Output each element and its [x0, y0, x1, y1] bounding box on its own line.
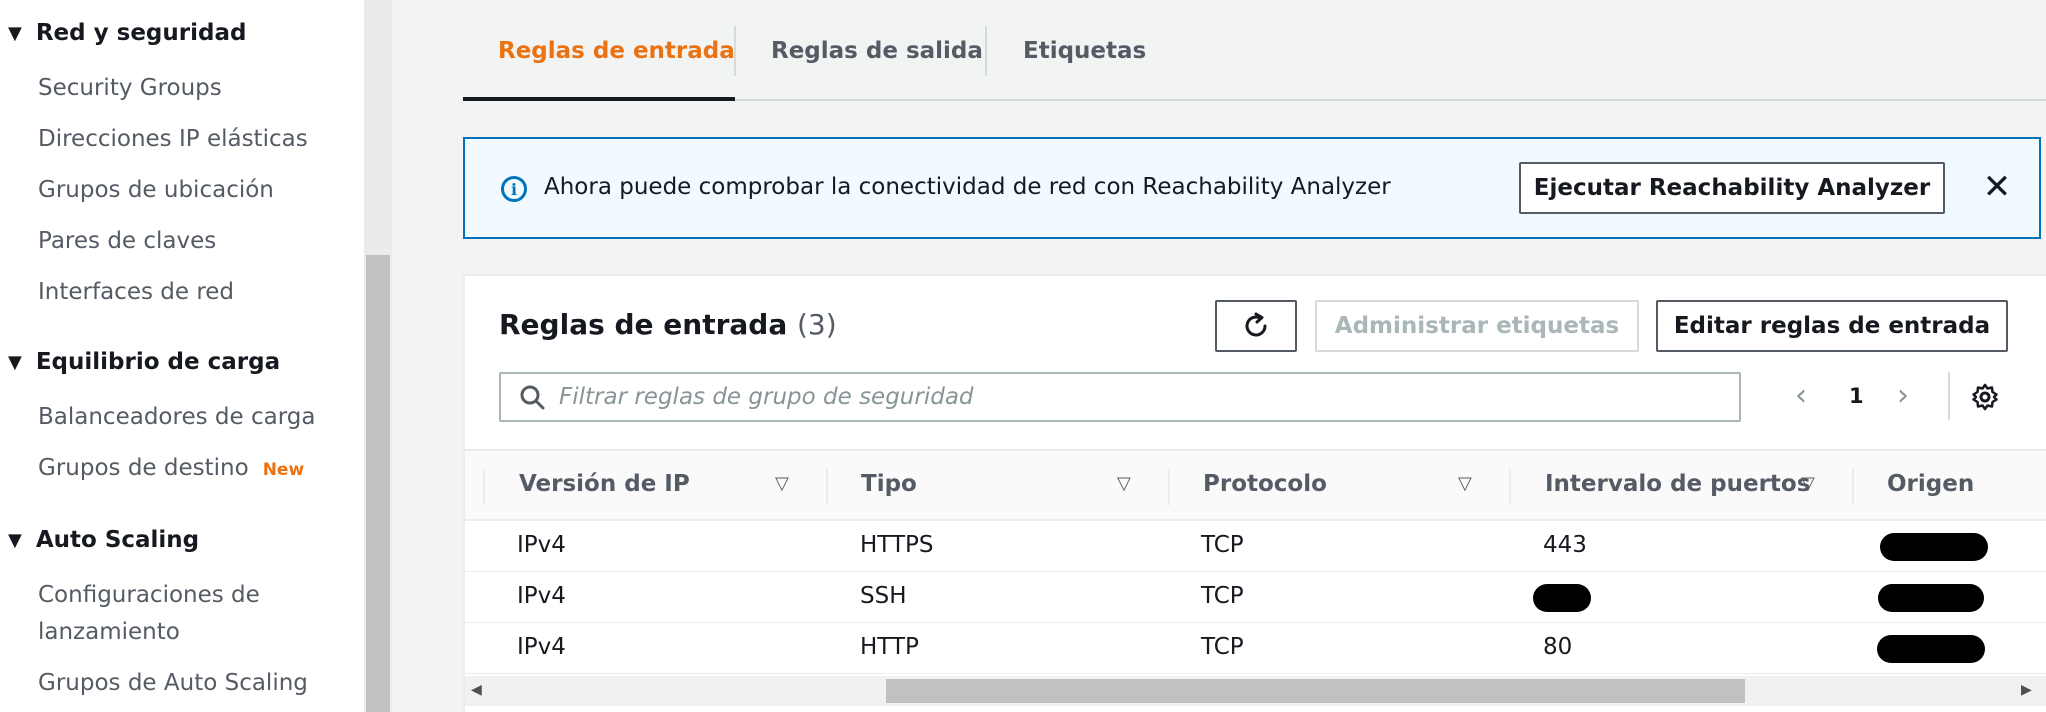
- table-row[interactable]: IPv4 HTTP TCP 80: [465, 623, 2046, 674]
- redacted-port-range: [1533, 584, 1591, 612]
- tab-separator: [734, 26, 736, 76]
- sidebar-item-direcciones-ip[interactable]: Direcciones IP elásticas: [38, 120, 308, 158]
- sidebar-item-balanceadores[interactable]: Balanceadores de carga: [38, 398, 315, 436]
- sidebar-item-lanzamiento[interactable]: lanzamiento: [38, 613, 180, 651]
- search-input[interactable]: [559, 380, 1719, 414]
- gear-icon[interactable]: [1970, 382, 2000, 412]
- info-flash: i Ahora puede comprobar la conectividad …: [463, 137, 2041, 239]
- caret-down-icon: ▼: [8, 22, 22, 44]
- redacted-source: [1878, 584, 1984, 612]
- tab-reglas-entrada[interactable]: Reglas de entrada: [498, 38, 735, 64]
- rules-container: Reglas de entrada (3) Administrar etique…: [463, 274, 2046, 712]
- cell-protocol: TCP: [1201, 532, 1244, 558]
- cell-port-range: 80: [1543, 634, 1573, 660]
- scrollbar-thumb[interactable]: [886, 679, 1745, 703]
- run-reachability-analyzer-button[interactable]: Ejecutar Reachability Analyzer: [1519, 162, 1945, 214]
- cell-type: HTTP: [860, 634, 919, 660]
- section-equilibrio-carga[interactable]: ▼ Equilibrio de carga: [8, 349, 280, 375]
- close-icon[interactable]: ✕: [1979, 167, 2015, 207]
- tab-reglas-salida[interactable]: Reglas de salida: [771, 38, 983, 64]
- manage-tags-button[interactable]: Administrar etiquetas: [1315, 300, 1639, 352]
- sidebar-item-security-groups[interactable]: Security Groups: [38, 69, 222, 107]
- cell-type: HTTPS: [860, 532, 934, 558]
- column-separator: [483, 469, 485, 505]
- rules-title: Reglas de entrada (3): [499, 308, 837, 341]
- info-icon: i: [501, 176, 527, 202]
- sidebar-item-pares-claves[interactable]: Pares de claves: [38, 222, 216, 260]
- sort-down-icon[interactable]: ▽: [1458, 473, 1472, 494]
- sidebar-item-grupos-ubicacion[interactable]: Grupos de ubicación: [38, 171, 274, 209]
- tab-etiquetas[interactable]: Etiquetas: [1023, 38, 1146, 64]
- sort-down-icon[interactable]: ▽: [1117, 473, 1131, 494]
- cell-protocol: TCP: [1201, 583, 1244, 609]
- section-title: Auto Scaling: [35, 527, 200, 553]
- section-title: Equilibrio de carga: [35, 349, 281, 375]
- rules-count: (3): [796, 308, 837, 341]
- column-header-type[interactable]: Tipo: [861, 471, 917, 497]
- table-row[interactable]: IPv4 SSH TCP: [465, 572, 2046, 623]
- cell-ip-version: IPv4: [517, 532, 566, 558]
- caret-down-icon: ▼: [8, 351, 22, 373]
- sidebar-item-interfaces-red[interactable]: Interfaces de red: [38, 273, 234, 311]
- redacted-source: [1880, 533, 1988, 561]
- new-badge: New: [262, 460, 305, 480]
- section-red-y-seguridad[interactable]: ▼ Red y seguridad: [8, 20, 246, 46]
- column-header-ip-version[interactable]: Versión de IP: [519, 471, 690, 497]
- edit-inbound-rules-button[interactable]: Editar reglas de entrada: [1656, 300, 2008, 352]
- column-header-protocol[interactable]: Protocolo: [1203, 471, 1327, 497]
- sidebar-item-label: Grupos de destino: [38, 455, 249, 481]
- chevron-left-icon[interactable]: ‹: [1795, 378, 1807, 413]
- table-header: Versión de IP ▽ Tipo ▽ Protocolo ▽ Inter…: [465, 449, 2046, 521]
- column-header-source[interactable]: Origen: [1887, 471, 1974, 497]
- section-title: Red y seguridad: [35, 20, 247, 46]
- table-row[interactable]: IPv4 HTTPS TCP 443: [465, 521, 2046, 572]
- sidebar-item-grupos-auto-scaling[interactable]: Grupos de Auto Scaling: [38, 664, 308, 702]
- column-header-port-range[interactable]: Intervalo de puertos: [1545, 471, 1810, 497]
- search-icon: [520, 385, 545, 410]
- pager-divider: [1948, 372, 1950, 420]
- scroll-right-icon[interactable]: ▶: [2021, 682, 2032, 698]
- cell-protocol: TCP: [1201, 634, 1244, 660]
- redacted-source: [1877, 635, 1985, 663]
- section-auto-scaling[interactable]: ▼ Auto Scaling: [8, 527, 199, 553]
- sidebar-item-grupos-destino[interactable]: Grupos de destino New: [38, 449, 304, 489]
- page-number[interactable]: 1: [1849, 384, 1864, 408]
- cell-ip-version: IPv4: [517, 634, 566, 660]
- column-separator: [826, 469, 828, 505]
- tab-separator: [985, 26, 987, 76]
- cell-ip-version: IPv4: [517, 583, 566, 609]
- sidebar-item-configuraciones[interactable]: Configuraciones de: [38, 576, 260, 614]
- column-separator: [1168, 469, 1170, 505]
- sort-down-icon[interactable]: ▽: [775, 473, 789, 494]
- table-horizontal-scrollbar[interactable]: ◀ ▶: [465, 676, 2046, 706]
- rules-title-text: Reglas de entrada: [499, 308, 788, 341]
- column-separator: [1509, 469, 1511, 505]
- cell-port-range: 443: [1543, 532, 1587, 558]
- caret-down-icon: ▼: [8, 529, 22, 551]
- sort-down-icon[interactable]: ▽: [1801, 473, 1815, 494]
- scroll-left-icon[interactable]: ◀: [471, 682, 482, 698]
- search-box: [499, 372, 1741, 422]
- refresh-icon: [1245, 312, 1267, 337]
- sidebar-scrollbar-thumb[interactable]: [366, 255, 390, 712]
- chevron-right-icon[interactable]: ›: [1897, 378, 1909, 413]
- sidebar: ▼ Red y seguridad Security Groups Direcc…: [0, 0, 364, 712]
- refresh-button[interactable]: [1215, 300, 1297, 352]
- tab-active-indicator: [463, 97, 735, 101]
- column-separator: [1852, 469, 1854, 505]
- flash-message: Ahora puede comprobar la conectividad de…: [544, 174, 1391, 200]
- cell-type: SSH: [860, 583, 907, 609]
